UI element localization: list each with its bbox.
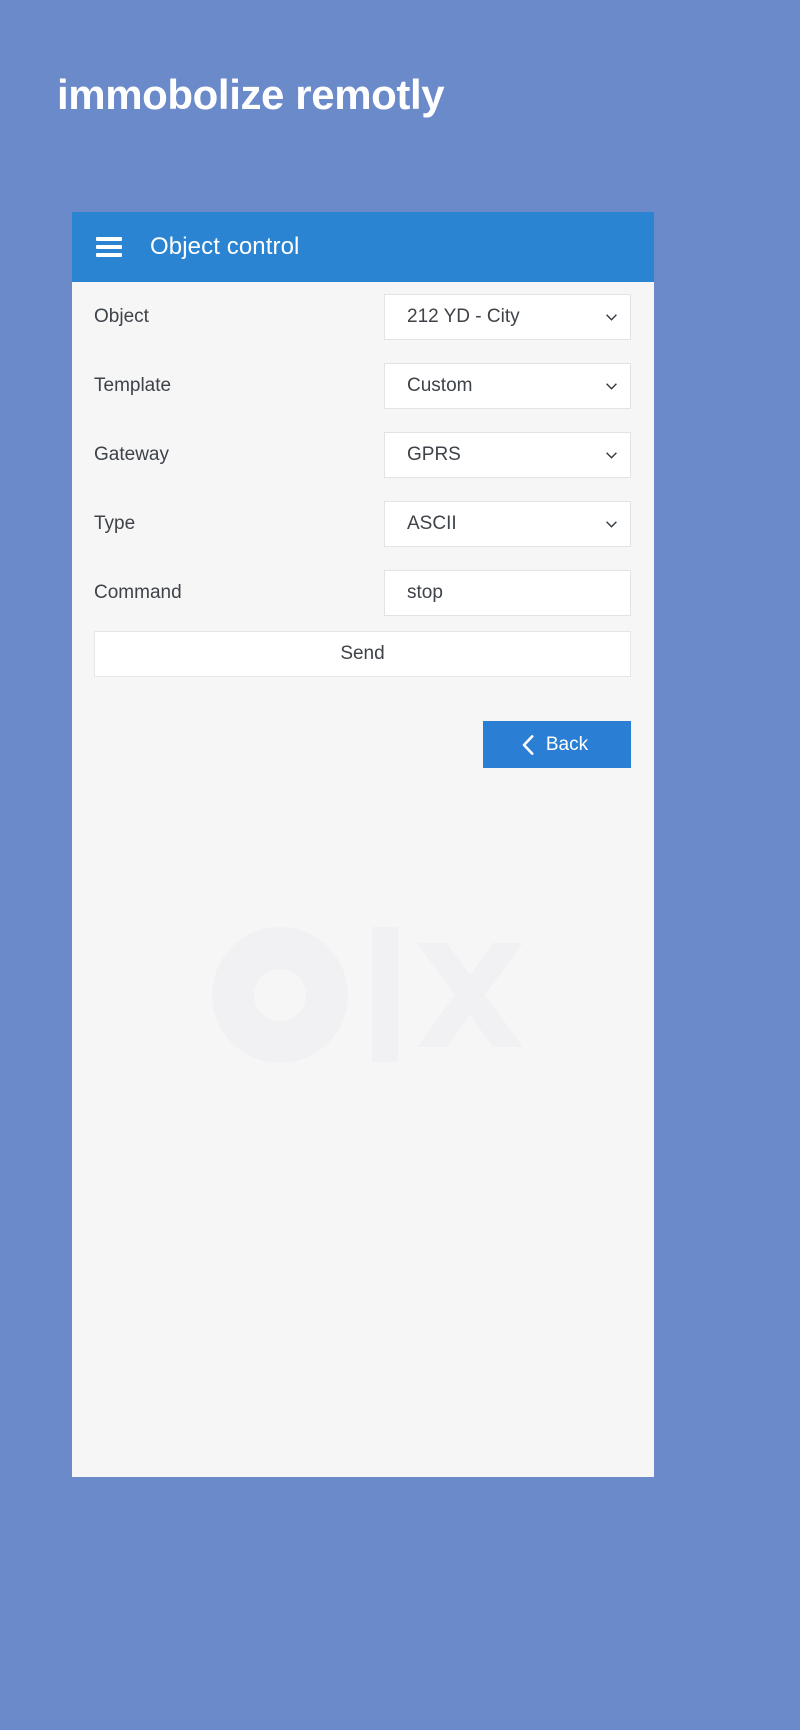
back-button[interactable]: Back — [483, 721, 631, 768]
form-row-gateway: Gateway GPRS — [72, 420, 654, 489]
hamburger-menu-icon[interactable] — [96, 237, 122, 257]
watermark-logo — [212, 927, 523, 1062]
label-object: Object — [94, 305, 149, 327]
command-input[interactable]: stop — [384, 569, 631, 616]
label-template: Template — [94, 374, 172, 396]
form-row-command: Command stop — [72, 558, 654, 627]
chevron-left-icon — [522, 734, 534, 755]
page-title: immobolize remotly — [57, 71, 445, 118]
form-row-type: Type ASCII — [72, 489, 654, 558]
form-row-template: Template Custom — [72, 351, 654, 420]
field-wrap-gateway: GPRS — [384, 431, 631, 478]
type-select[interactable]: ASCII — [384, 500, 631, 547]
label-gateway: Gateway — [94, 443, 169, 465]
field-wrap-type: ASCII — [384, 500, 631, 547]
object-select[interactable]: 212 YD - City — [384, 293, 631, 340]
label-command: Command — [94, 581, 182, 603]
label-type: Type — [94, 512, 136, 534]
gateway-select[interactable]: GPRS — [384, 431, 631, 478]
object-control-form: Object 212 YD - City Template Custom Gat… — [72, 282, 654, 768]
app-bar: Object control — [72, 212, 654, 282]
back-row: Back — [72, 677, 654, 768]
app-panel: Object control Object 212 YD - City Temp… — [72, 212, 654, 1477]
field-wrap-template: Custom — [384, 362, 631, 409]
field-wrap-object: 212 YD - City — [384, 293, 631, 340]
app-bar-title: Object control — [150, 233, 300, 260]
template-select[interactable]: Custom — [384, 362, 631, 409]
field-wrap-command: stop — [384, 569, 631, 616]
back-button-label: Back — [545, 733, 589, 755]
send-row: Send — [72, 627, 654, 677]
send-button[interactable]: Send — [94, 631, 631, 677]
form-row-object: Object 212 YD - City — [72, 282, 654, 351]
